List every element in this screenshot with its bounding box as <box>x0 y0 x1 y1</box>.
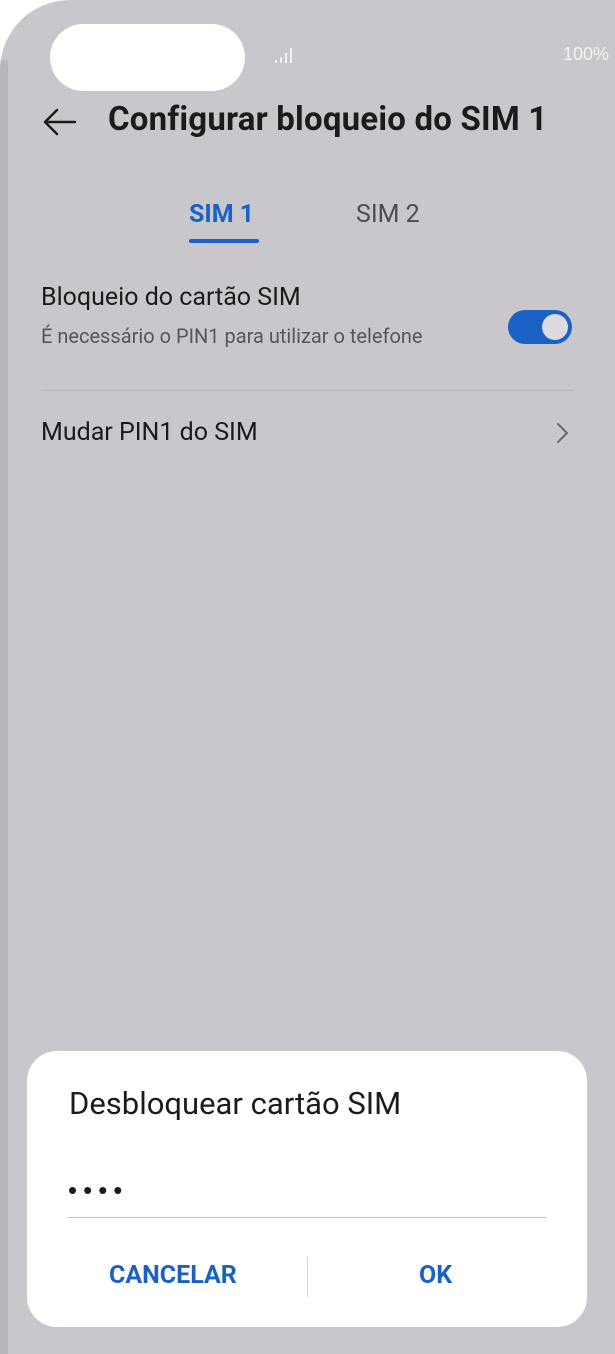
chevron-right-icon <box>557 423 568 443</box>
battery-level: 100% <box>562 44 609 64</box>
page-title: Configurar bloqueio do SIM 1 <box>108 100 548 139</box>
signal-icon <box>275 48 292 63</box>
sim-lock-title: Bloqueio do cartão SIM <box>41 283 301 312</box>
button-separator <box>307 1257 308 1297</box>
divider <box>41 390 574 391</box>
tab-sim-1[interactable]: SIM 1 <box>189 200 254 229</box>
arrow-left-icon[interactable] <box>42 104 78 140</box>
tab-indicator <box>189 239 259 243</box>
unlock-sim-dialog: Desbloquear cartão SIM CANCELAR OK <box>27 1051 587 1327</box>
cancel-button[interactable]: CANCELAR <box>109 1255 237 1295</box>
sim-lock-subtitle: É necessário o PIN1 para utilizar o tele… <box>41 324 423 348</box>
camera-cutout <box>50 24 245 91</box>
toggle-knob <box>542 314 568 340</box>
change-pin-item[interactable]: Mudar PIN1 do SIM <box>41 418 258 447</box>
phone-screen: 100% Configurar bloqueio do SIM 1 SIM 1 … <box>0 0 615 1354</box>
tab-sim-2[interactable]: SIM 2 <box>356 200 420 229</box>
sim-lock-toggle[interactable] <box>508 310 572 344</box>
dialog-title: Desbloquear cartão SIM <box>69 1085 402 1122</box>
pin-input[interactable] <box>68 1163 546 1218</box>
ok-button[interactable]: OK <box>419 1255 452 1295</box>
